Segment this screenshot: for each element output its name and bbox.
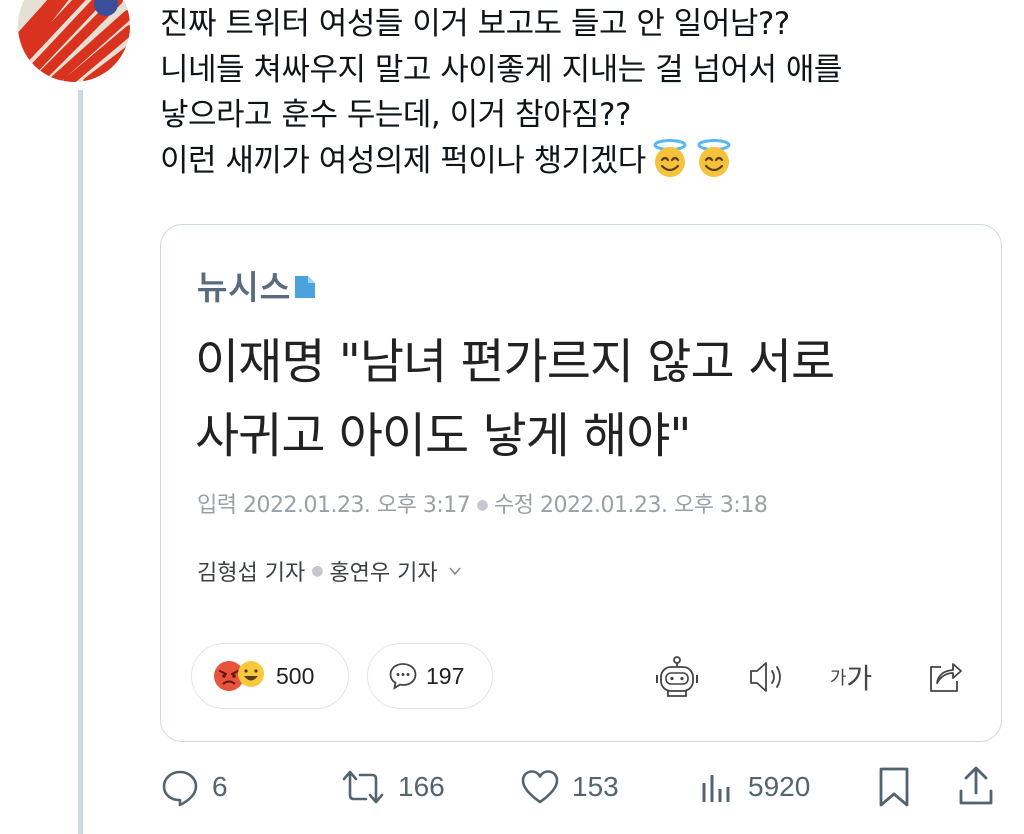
tweet-line: 이런 새끼가 여성의제 퍽이나 챙기겠다 (160, 142, 646, 179)
font-size-small-label: 가 (829, 668, 847, 689)
comments-button[interactable]: 197 (367, 643, 493, 709)
separator-dot: ● (476, 497, 489, 513)
reply-count: 6 (212, 771, 228, 802)
like-button[interactable]: 153 (520, 762, 619, 812)
retweet-count: 166 (398, 771, 445, 802)
chevron-down-icon[interactable] (448, 564, 462, 578)
avatar-redaction-scribble (18, 0, 130, 82)
share-arrow-icon (930, 663, 962, 692)
retweet-button[interactable]: 166 (340, 762, 445, 812)
reply-icon (162, 770, 198, 807)
smiling-halo-emoji-icon (653, 138, 687, 177)
views-count: 5920 (748, 771, 811, 802)
smiling-halo-emoji-icon (697, 138, 731, 177)
views-chart-icon (702, 775, 730, 802)
brand-logo-mark-icon (295, 276, 316, 298)
robot-reader-button[interactable] (655, 655, 699, 699)
brand-name: 뉴시스 (197, 268, 292, 307)
news-card[interactable]: 뉴시스 이재명 "남녀 편가르지 않고 서로 사귀고 아이도 낳게 해야" 입력… (160, 224, 1002, 742)
comments-count: 197 (426, 662, 465, 689)
bookmark-icon (879, 767, 909, 807)
headline-line: 사귀고 아이도 낳게 해야" (195, 408, 691, 464)
reporter-name: 홍연우 기자 (329, 561, 438, 586)
views-button[interactable]: 5920 (696, 762, 810, 812)
tweet-text: 진짜 트위터 여성들 이거 보고도 들고 안 일어남?? 니네들 쳐싸우지 말고… (160, 2, 1010, 184)
speaker-icon (750, 662, 781, 692)
reaction-emojis-icon (214, 661, 264, 691)
like-count: 153 (572, 771, 619, 802)
heart-icon (521, 770, 559, 804)
tweet-line-with-emoji: 이런 새끼가 여성의제 퍽이나 챙기겠다 (160, 138, 1010, 185)
retweet-icon (342, 770, 384, 804)
separator-dot: ● (311, 563, 324, 579)
reply-button[interactable]: 6 (160, 762, 228, 812)
reporters[interactable]: 김형섭 기자 ● 홍연우 기자 (197, 555, 462, 587)
article-dates: 입력 2022.01.23. 오후 3:17 ● 수정 2022.01.23. 오후… (197, 487, 768, 519)
tweet-actions: 6 166 153 5920 (160, 762, 1000, 812)
comment-bubble-icon (389, 663, 417, 690)
headline: 이재명 "남녀 편가르지 않고 서로 사귀고 아이도 낳게 해야" (195, 325, 975, 473)
avatar[interactable] (18, 0, 130, 82)
robot-icon (656, 656, 698, 697)
news-brand: 뉴시스 (197, 261, 316, 309)
reactions-button[interactable]: 500 (191, 643, 349, 709)
modified-date: 수정 2022.01.23. 오후 3:18 (494, 493, 768, 518)
headline-line: 이재명 "남녀 편가르지 않고 서로 (195, 334, 835, 390)
card-share-button[interactable] (923, 655, 967, 699)
audio-button[interactable] (745, 655, 789, 699)
bookmark-button[interactable] (874, 762, 914, 812)
tweet-line: 낳으라고 훈수 두는데, 이거 참아짐?? (160, 97, 631, 133)
input-date: 입력 2022.01.23. 오후 3:17 (197, 493, 471, 518)
tweet-line: 니네들 쳐싸우지 말고 사이좋게 지내는 걸 넘어서 애를 (160, 51, 842, 88)
font-size-large-label: 가 (846, 662, 873, 695)
tweet-line: 진짜 트위터 여성들 이거 보고도 들고 안 일어남?? (160, 6, 790, 42)
reporter-name: 김형섭 기자 (197, 561, 306, 586)
reactions-count: 500 (276, 662, 315, 689)
thread-line (78, 90, 83, 834)
share-upload-icon (959, 766, 993, 805)
share-button[interactable] (956, 762, 996, 812)
font-size-button[interactable]: 가가 (829, 655, 873, 699)
